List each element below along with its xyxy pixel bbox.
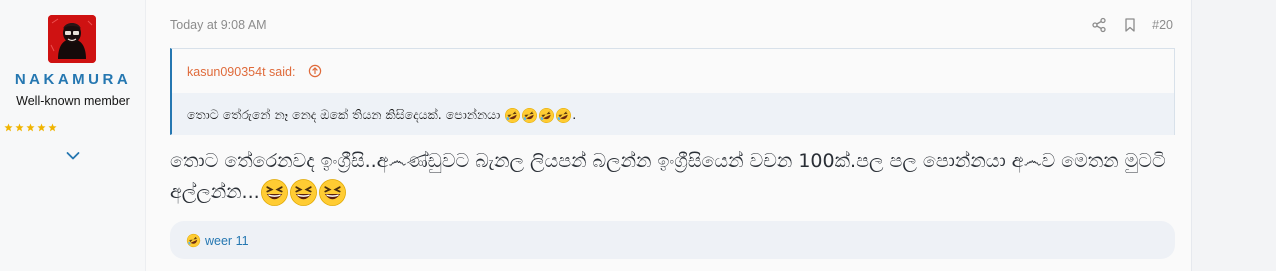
grinning-squinting-icon <box>289 179 317 206</box>
rolling-on-floor-laughing-icon <box>556 108 572 123</box>
right-gutter <box>1192 0 1276 271</box>
quote-text: තොට තේරුනේ නෑ නෙද ඔකේ තියන කිසිදෙයක්. පො… <box>187 107 501 122</box>
quote-suffix: . <box>572 107 577 122</box>
bookmark-icon[interactable] <box>1122 17 1138 33</box>
rolling-on-floor-laughing-icon <box>505 108 521 123</box>
quote-content: තොට තේරුනේ නෑ නෙද ඔකේ තියන කිසිදෙයක්. පො… <box>187 107 576 124</box>
username[interactable]: NAKAMURA <box>0 71 146 88</box>
rolling-on-floor-laughing-icon <box>539 108 555 123</box>
quote-body: තොට තේරුනේ නෑ නෙද ඔකේ තියන කිසිදෙයක්. පො… <box>172 93 1174 135</box>
rolling-on-floor-laughing-icon <box>522 108 538 123</box>
star-icon <box>37 123 46 132</box>
share-icon[interactable] <box>1091 17 1107 33</box>
star-icon <box>15 123 24 132</box>
star-icon <box>26 123 35 132</box>
star-icon <box>48 123 57 132</box>
grinning-squinting-icon <box>318 179 346 206</box>
post-message: තොට තේරෙනවද ඉංග්‍රීසි..අ෴ණ්ඩුවට බැනල ලිය… <box>170 146 1170 208</box>
quote-block: kasun090354t said: තොට තේරුනේ නෑ නෙද ඔකේ… <box>170 48 1175 135</box>
post-timestamp[interactable]: Today at 9:08 AM <box>170 18 267 32</box>
grinning-squinting-icon <box>260 179 288 206</box>
quote-author-link[interactable]: kasun090354t said: <box>187 65 295 79</box>
avatar[interactable] <box>48 15 96 63</box>
star-icon <box>4 123 13 132</box>
user-column: NAKAMURA Well-known member <box>0 0 146 271</box>
post-number-link[interactable]: #20 <box>1152 18 1173 32</box>
chevron-down-icon[interactable] <box>66 151 80 161</box>
reactions-summary-link[interactable]: weer 11 <box>205 234 249 248</box>
reactions-bar: weer 11 <box>170 221 1175 259</box>
arrow-up-circle-icon[interactable] <box>308 64 322 78</box>
quote-header: kasun090354t said: <box>172 49 1174 93</box>
rolling-on-floor-laughing-icon <box>186 233 201 248</box>
post-container: NAKAMURA Well-known member Today at 9:08… <box>0 0 1192 271</box>
user-title: Well-known member <box>16 94 130 108</box>
user-rating-stars <box>4 123 57 132</box>
post-actions: #20 <box>1076 17 1173 33</box>
